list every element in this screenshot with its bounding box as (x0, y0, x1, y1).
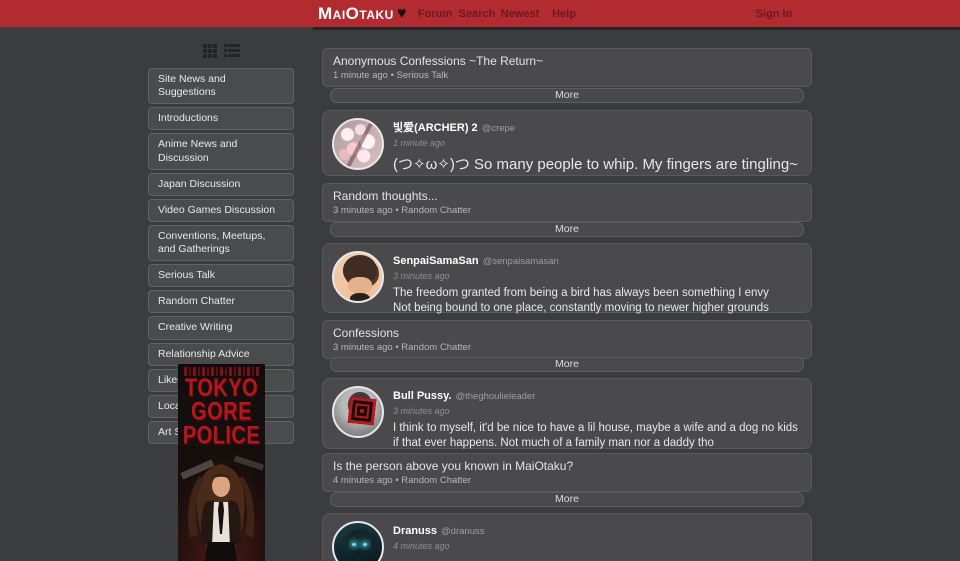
post-card: 빛爱(ARCHER) 2 @crepe 1 minute ago (つ✧ω✧)つ … (322, 110, 812, 176)
anime-boy-avatar[interactable] (332, 251, 384, 303)
heart-icon: ♥ (397, 6, 407, 22)
view-toggle (148, 44, 294, 58)
post-username[interactable]: SenpaiSamaSan (393, 255, 479, 267)
post-message: I think to myself, it'd be nice to have … (393, 421, 801, 451)
nav-link-newest[interactable]: Newest (495, 0, 545, 27)
more-button[interactable]: More (330, 492, 804, 507)
post-card: Bull Pussy. @theghoulieleader 3 minutes a… (322, 378, 812, 449)
post-handle: @crepe (482, 123, 515, 134)
post-timestamp: 4 minutes ago (393, 541, 801, 551)
brand-logo[interactable]: MaiOtaku ♥ (318, 0, 406, 27)
sidebar-item-relationship[interactable]: Relationship Advice (148, 343, 294, 366)
grid-view-icon[interactable] (203, 44, 217, 58)
more-button[interactable]: More (330, 222, 804, 237)
thread-title: Anonymous Confessions ~The Return~ (333, 54, 801, 68)
post-handle: @dranuss (441, 526, 484, 537)
thread-meta: 4 minutes ago • Random Chatter (333, 475, 801, 486)
thread-card[interactable]: Anonymous Confessions ~The Return~ 1 min… (322, 48, 812, 87)
sign-in-button[interactable]: Sign In (749, 0, 799, 27)
cherry-blossom-avatar[interactable] (332, 118, 384, 170)
more-button[interactable]: More (330, 357, 804, 372)
sidebar-item-anime-news[interactable]: Anime News and Discussion (148, 133, 294, 169)
post-message: (つ✧ω✧)つ So many people to whip. My finge… (393, 155, 801, 175)
sidebar-item-serious-talk[interactable]: Serious Talk (148, 264, 294, 287)
post-message: The freedom granted from being a bird ha… (393, 286, 801, 316)
navbar-shadow (313, 27, 960, 30)
thread-title: Random thoughts... (333, 189, 801, 203)
post-card: SenpaiSamaSan @senpaisamasan 3 minutes ag… (322, 243, 812, 313)
sidebar-item-introductions[interactable]: Introductions (148, 107, 294, 130)
tokyo-gore-police-ad[interactable]: TOKYO GORE POLICE (178, 364, 265, 561)
sidebar-item-creative-writing[interactable]: Creative Writing (148, 316, 294, 339)
post-handle: @theghoulieleader (455, 391, 535, 402)
thread-card[interactable]: Random thoughts... 3 minutes ago • Rando… (322, 183, 812, 222)
poster-title: TOKYO GORE POLICE (178, 377, 265, 448)
nav-link-help[interactable]: Help (539, 0, 589, 27)
thread-card[interactable]: Is the person above you known in MaiOtak… (322, 453, 812, 492)
red-spiral-mask-avatar[interactable] (332, 386, 384, 438)
post-timestamp: 1 minute ago (393, 138, 801, 148)
post-timestamp: 3 minutes ago (393, 406, 801, 416)
post-card: Dranuss@dranuss 4 minutes ago The simp (322, 513, 812, 561)
sidebar-item-random-chatter[interactable]: Random Chatter (148, 290, 294, 313)
post-handle: @senpaisamasan (483, 256, 559, 267)
post-timestamp: 3 minutes ago (393, 271, 801, 281)
thread-meta: 3 minutes ago • Random Chatter (333, 342, 801, 353)
sidebar-item-japan[interactable]: Japan Discussion (148, 173, 294, 196)
post-username[interactable]: 빛爱(ARCHER) 2 (393, 122, 478, 134)
thread-meta: 1 minute ago • Serious Talk (333, 70, 801, 81)
top-navbar: MaiOtaku ♥ Forum Search Newest Help Sign… (0, 0, 960, 27)
thread-meta: 3 minutes ago • Random Chatter (333, 205, 801, 216)
brand-name: MaiOtaku (318, 4, 394, 24)
thread-title: Confessions (333, 326, 801, 340)
thread-title: Is the person above you known in MaiOtak… (333, 459, 801, 473)
poster-figure-image (178, 446, 265, 561)
sidebar-item-conventions[interactable]: Conventions, Meetups, and Gatherings (148, 225, 294, 261)
more-button[interactable]: More (330, 88, 804, 103)
thread-card[interactable]: Confessions 3 minutes ago • Random Chatt… (322, 320, 812, 359)
sidebar-item-video-games[interactable]: Video Games Discussion (148, 199, 294, 222)
post-username[interactable]: Dranuss (393, 525, 437, 537)
sidebar-item-site-news[interactable]: Site News and Suggestions (148, 68, 294, 104)
list-view-icon[interactable] (224, 44, 240, 58)
post-username[interactable]: Bull Pussy. (393, 390, 451, 402)
glowing-eyes-avatar[interactable] (332, 521, 384, 561)
